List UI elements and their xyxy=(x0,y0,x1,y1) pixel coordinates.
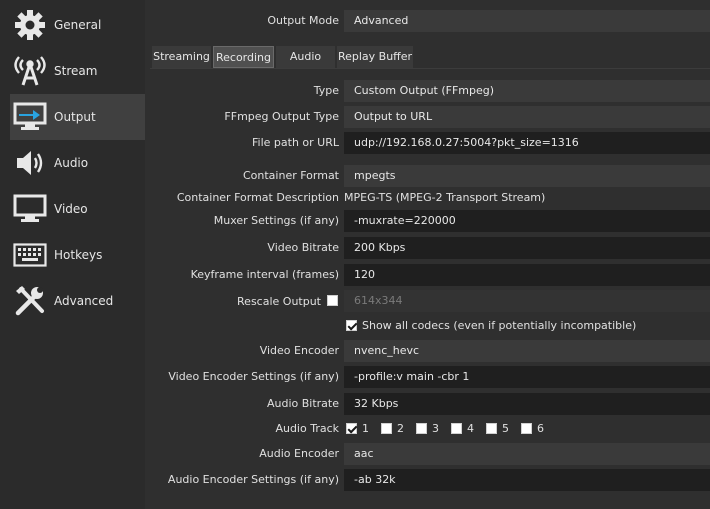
sidebar-item-advanced[interactable]: Advanced xyxy=(10,278,145,324)
video-encoder-settings-label: Video Encoder Settings (if any) xyxy=(168,370,339,383)
sidebar-item-label: Advanced xyxy=(54,294,114,308)
file-path-input[interactable]: udp://192.168.0.27:5004?pkt_size=1316 xyxy=(344,132,710,154)
settings-sidebar: General Stream Output Audio Video Hotkey… xyxy=(0,0,145,509)
ffmpeg-output-type-label: FFmpeg Output Type xyxy=(224,110,339,123)
sidebar-item-label: Hotkeys xyxy=(54,248,103,262)
tab-audio[interactable]: Audio xyxy=(276,46,335,68)
sidebar-item-label: Video xyxy=(54,202,88,216)
audio-encoder-select[interactable]: aac xyxy=(344,443,710,465)
container-description-label: Container Format Description xyxy=(176,191,339,204)
audio-track-4-label: 4 xyxy=(467,422,474,435)
audio-track-3-label: 3 xyxy=(432,422,439,435)
audio-track-2-checkbox[interactable] xyxy=(381,423,392,434)
muxer-settings-label: Muxer Settings (if any) xyxy=(213,214,339,227)
tab-replay-buffer[interactable]: Replay Buffer xyxy=(337,46,413,68)
output-mode-label: Output Mode xyxy=(267,14,339,27)
audio-track-6-checkbox[interactable] xyxy=(521,423,532,434)
audio-track-3-checkbox[interactable] xyxy=(416,423,427,434)
type-label: Type xyxy=(313,84,339,97)
sidebar-item-video[interactable]: Video xyxy=(10,186,145,232)
audio-track-1-label: 1 xyxy=(362,422,369,435)
audio-track-4-checkbox[interactable] xyxy=(451,423,462,434)
container-description-value: MPEG-TS (MPEG-2 Transport Stream) xyxy=(344,191,546,204)
output-mode-select[interactable]: Advanced xyxy=(344,10,710,32)
tab-streaming[interactable]: Streaming xyxy=(152,46,211,68)
monitor-icon xyxy=(12,191,48,227)
speaker-icon xyxy=(12,145,48,181)
audio-track-5-label: 5 xyxy=(502,422,509,435)
tab-recording[interactable]: Recording xyxy=(213,46,274,68)
sidebar-item-audio[interactable]: Audio xyxy=(10,140,145,186)
audio-encoder-label: Audio Encoder xyxy=(259,447,339,460)
keyboard-icon xyxy=(12,237,48,273)
audio-track-1-checkbox[interactable] xyxy=(346,423,357,434)
video-bitrate-spinbox[interactable]: 200 Kbps xyxy=(344,237,710,259)
rescale-output-label: Rescale Output xyxy=(237,295,321,308)
tools-icon xyxy=(12,283,48,319)
sidebar-item-label: General xyxy=(54,18,102,32)
file-path-label: File path or URL xyxy=(252,136,339,149)
gear-icon xyxy=(12,7,48,43)
show-all-codecs-label: Show all codecs (even if potentially inc… xyxy=(362,319,637,332)
monitor-output-icon xyxy=(12,99,48,135)
video-encoder-select[interactable]: nvenc_hevc xyxy=(344,340,710,362)
keyframe-interval-label: Keyframe interval (frames) xyxy=(190,268,339,281)
audio-encoder-settings-label: Audio Encoder Settings (if any) xyxy=(167,473,339,486)
video-encoder-settings-input[interactable]: -profile:v main -cbr 1 xyxy=(344,366,710,388)
sidebar-item-stream[interactable]: Stream xyxy=(10,48,145,94)
audio-track-label: Audio Track xyxy=(275,422,339,435)
tab-divider xyxy=(150,68,710,69)
audio-bitrate-label: Audio Bitrate xyxy=(266,397,339,410)
audio-track-6-label: 6 xyxy=(537,422,544,435)
sidebar-item-label: Audio xyxy=(54,156,89,170)
sidebar-item-hotkeys[interactable]: Hotkeys xyxy=(10,232,145,278)
show-all-codecs-checkbox[interactable] xyxy=(346,320,357,331)
sidebar-item-output[interactable]: Output xyxy=(10,94,145,140)
rescale-output-checkbox[interactable] xyxy=(327,295,338,306)
sidebar-item-general[interactable]: General xyxy=(10,2,145,48)
keyframe-interval-spinbox[interactable]: 120 xyxy=(344,264,710,286)
sidebar-item-label: Stream xyxy=(54,64,98,78)
broadcast-antenna-icon xyxy=(12,53,48,89)
video-encoder-label: Video Encoder xyxy=(259,344,339,357)
type-select[interactable]: Custom Output (FFmpeg) xyxy=(344,80,710,102)
muxer-settings-input[interactable]: -muxrate=220000 xyxy=(344,210,710,232)
ffmpeg-output-type-select[interactable]: Output to URL xyxy=(344,106,710,128)
audio-bitrate-spinbox[interactable]: 32 Kbps xyxy=(344,393,710,415)
audio-track-5-checkbox[interactable] xyxy=(486,423,497,434)
video-bitrate-label: Video Bitrate xyxy=(267,241,339,254)
container-format-select[interactable]: mpegts xyxy=(344,165,710,187)
rescale-output-select[interactable]: 614x344 xyxy=(344,290,710,312)
sidebar-item-label: Output xyxy=(54,110,96,124)
container-format-label: Container Format xyxy=(242,169,339,182)
audio-encoder-settings-input[interactable]: -ab 32k xyxy=(344,469,710,491)
audio-track-2-label: 2 xyxy=(397,422,404,435)
